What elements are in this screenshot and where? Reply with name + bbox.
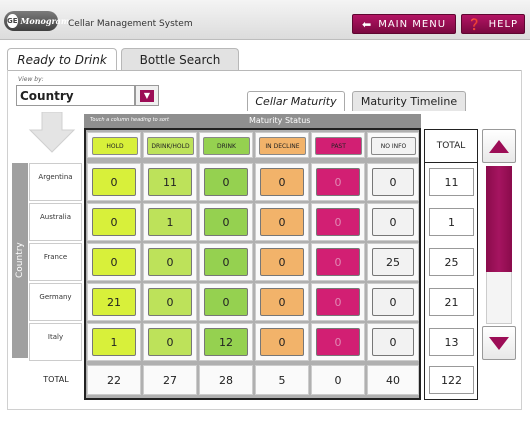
left-arrow-icon: ⬅ (361, 17, 373, 31)
total-in-decline: 5 (255, 365, 309, 395)
tab-ready-to-drink[interactable]: Ready to Drink (7, 48, 117, 71)
cell-hold[interactable]: 21 (92, 288, 136, 316)
cell-hold[interactable]: 0 (92, 248, 136, 276)
row-group-strip: Country (12, 163, 28, 358)
view-by-select[interactable]: Country (16, 85, 135, 106)
help-label: HELP (488, 18, 519, 30)
sort-hint: Touch a column heading to sort (90, 117, 169, 123)
cell-in-decline[interactable]: 0 (260, 328, 304, 356)
row-label[interactable]: Australia (29, 203, 82, 241)
app-title: Cellar Management System (68, 19, 193, 29)
cell-drink[interactable]: 0 (204, 248, 248, 276)
cell-hold[interactable]: 0 (92, 168, 136, 196)
grand-total: 122 (429, 366, 474, 394)
cell-past[interactable]: 0 (316, 288, 360, 316)
tab-cellar-maturity[interactable]: Cellar Maturity (247, 91, 345, 111)
cell-drink[interactable]: 0 (204, 168, 248, 196)
total-drink-hold: 27 (143, 365, 197, 395)
cell-drink-hold[interactable]: 0 (148, 288, 192, 316)
cell-no-info[interactable]: 25 (372, 248, 414, 276)
cell-in-decline[interactable]: 0 (260, 208, 304, 236)
cell-hold[interactable]: 1 (92, 328, 136, 356)
ge-logo-icon: GE (7, 14, 18, 28)
cell-past[interactable]: 0 (316, 248, 360, 276)
row-total: 1 (429, 208, 474, 236)
column-in-decline-button[interactable]: IN DECLINE (259, 137, 306, 155)
row-group-label: Country (15, 242, 25, 278)
row-label[interactable]: Germany (29, 283, 82, 321)
question-icon: ❓ (467, 17, 483, 31)
column-hold-button[interactable]: HOLD (92, 137, 138, 155)
maturity-status-title: Maturity Status (249, 116, 311, 125)
main-menu-label: MAIN MENU (378, 18, 447, 30)
cell-drink[interactable]: 0 (204, 208, 248, 236)
up-arrow-icon (489, 139, 509, 153)
row-label[interactable]: France (29, 243, 82, 281)
cell-drink-hold[interactable]: 0 (148, 328, 192, 356)
cell-in-decline[interactable]: 0 (260, 168, 304, 196)
total-column-frame (424, 163, 478, 400)
column-no-info-button[interactable]: NO INFO (371, 137, 416, 155)
row-total: 21 (429, 288, 474, 316)
column-past-button[interactable]: PAST (315, 137, 362, 155)
row-total: 25 (429, 248, 474, 276)
chevron-down-icon: ▼ (140, 89, 154, 102)
monogram-logo: GE Monogram (4, 11, 69, 31)
scroll-up-button[interactable] (482, 129, 516, 163)
down-arrow-decoration-icon (28, 112, 76, 153)
cell-no-info[interactable]: 0 (372, 208, 414, 236)
logo-text: Monogram (20, 16, 70, 26)
cell-past[interactable]: 0 (316, 328, 360, 356)
total-no-info: 40 (367, 365, 419, 395)
total-past: 0 (311, 365, 365, 395)
tab-bottle-search[interactable]: Bottle Search (121, 48, 239, 70)
down-arrow-icon (489, 336, 509, 350)
view-by-dropdown-button[interactable]: ▼ (135, 85, 159, 106)
column-total-header[interactable]: TOTAL (424, 129, 478, 163)
cell-past[interactable]: 0 (316, 168, 360, 196)
cell-drink-hold[interactable]: 1 (148, 208, 192, 236)
row-total: 11 (429, 168, 474, 196)
row-label[interactable]: Italy (29, 323, 82, 361)
cell-in-decline[interactable]: 0 (260, 288, 304, 316)
total-hold: 22 (87, 365, 141, 395)
cell-drink-hold[interactable]: 0 (148, 248, 192, 276)
cell-past[interactable]: 0 (316, 208, 360, 236)
help-button[interactable]: ❓ HELP (461, 14, 525, 34)
maturity-status-bar: Touch a column heading to sort Maturity … (84, 114, 421, 128)
cell-drink-hold[interactable]: 11 (148, 168, 192, 196)
cell-no-info[interactable]: 0 (372, 328, 414, 356)
main-menu-button[interactable]: ⬅ MAIN MENU (352, 14, 456, 34)
cell-in-decline[interactable]: 0 (260, 248, 304, 276)
header-bar: GE Monogram Cellar Management System ⬅ M… (0, 0, 530, 40)
totals-row-label: TOTAL (43, 374, 69, 384)
view-by-label: View by: (18, 76, 44, 83)
cell-hold[interactable]: 0 (92, 208, 136, 236)
row-label[interactable]: Argentina (29, 163, 82, 201)
scroll-down-button[interactable] (482, 326, 516, 360)
cell-drink[interactable]: 12 (204, 328, 248, 356)
cell-no-info[interactable]: 0 (372, 288, 414, 316)
app-window: GE Monogram Cellar Management System ⬅ M… (0, 0, 530, 424)
total-drink: 28 (199, 365, 253, 395)
column-drink-hold-button[interactable]: DRINK/HOLD (147, 137, 194, 155)
cell-drink[interactable]: 0 (204, 288, 248, 316)
scroll-thumb[interactable] (486, 166, 512, 272)
tab-maturity-timeline[interactable]: Maturity Timeline (352, 91, 466, 111)
cell-no-info[interactable]: 0 (372, 168, 414, 196)
column-drink-button[interactable]: DRINK (203, 137, 250, 155)
row-total: 13 (429, 328, 474, 356)
